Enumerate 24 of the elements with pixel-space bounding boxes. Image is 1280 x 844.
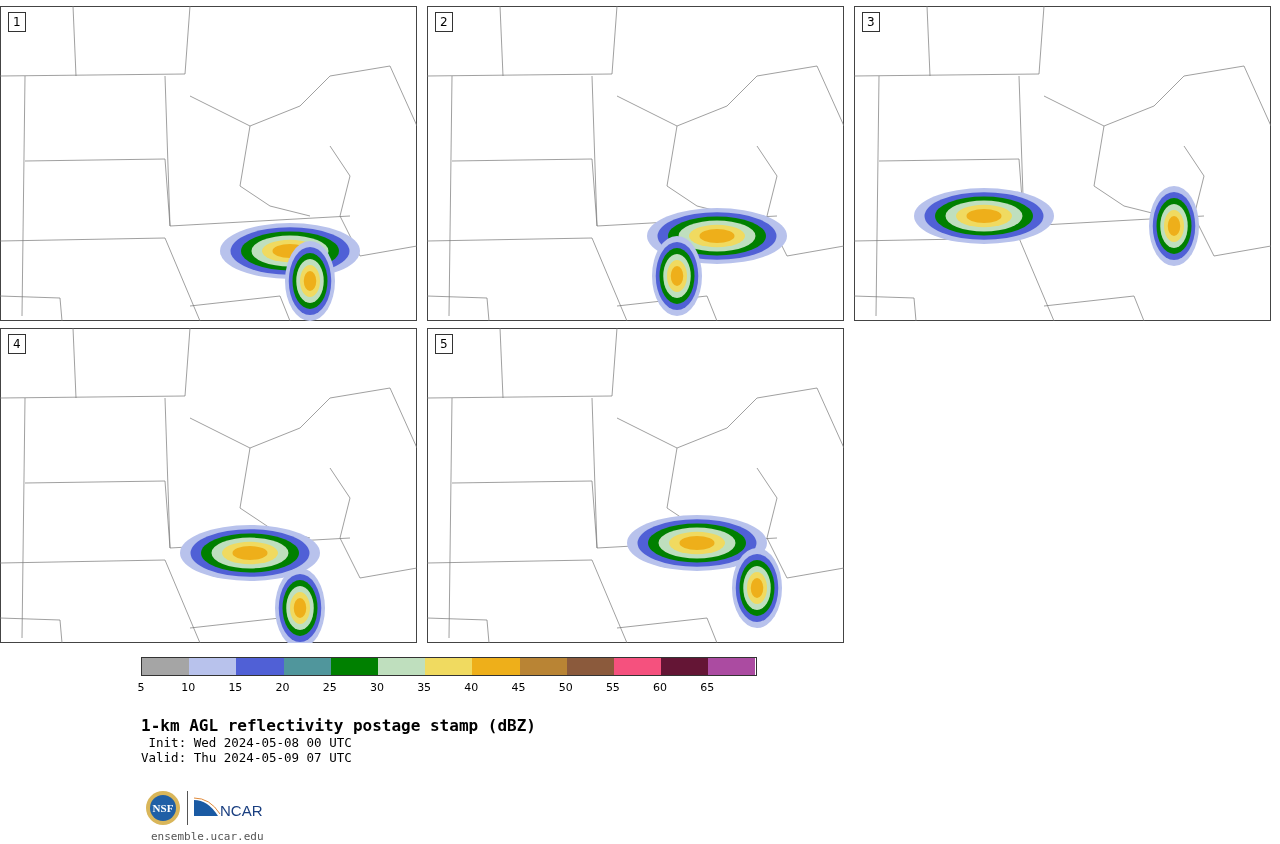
tick-label: 35 [417, 681, 432, 694]
plot-title: 1-km AGL reflectivity postage stamp (dBZ) [141, 716, 537, 735]
panel-number: 1 [8, 12, 26, 32]
tick-label: 10 [181, 681, 196, 694]
tick-label: 30 [369, 681, 384, 694]
tick-label: 50 [558, 681, 573, 694]
valid-time: Valid: Thu 2024-05-09 07 UTC [141, 750, 353, 765]
tick-label: 60 [653, 681, 668, 694]
ncar-logo: NCAR [194, 796, 268, 820]
tick-label: 25 [322, 681, 337, 694]
tick-label: 5 [137, 681, 145, 694]
tick-label: 55 [605, 681, 620, 694]
panel-number: 5 [435, 334, 453, 354]
tick-label: 65 [700, 681, 715, 694]
website-url: ensemble.ucar.edu [151, 830, 265, 843]
tick-label: 15 [228, 681, 243, 694]
panel-number: 4 [8, 334, 26, 354]
tick-label: 20 [275, 681, 290, 694]
panel-number: 2 [435, 12, 453, 32]
panel-number: 3 [862, 12, 880, 32]
tick-label: 45 [511, 681, 526, 694]
nsf-logo: NSF [145, 790, 181, 826]
tick-label: 40 [464, 681, 479, 694]
init-time: Init: Wed 2024-05-08 00 UTC [147, 735, 353, 750]
